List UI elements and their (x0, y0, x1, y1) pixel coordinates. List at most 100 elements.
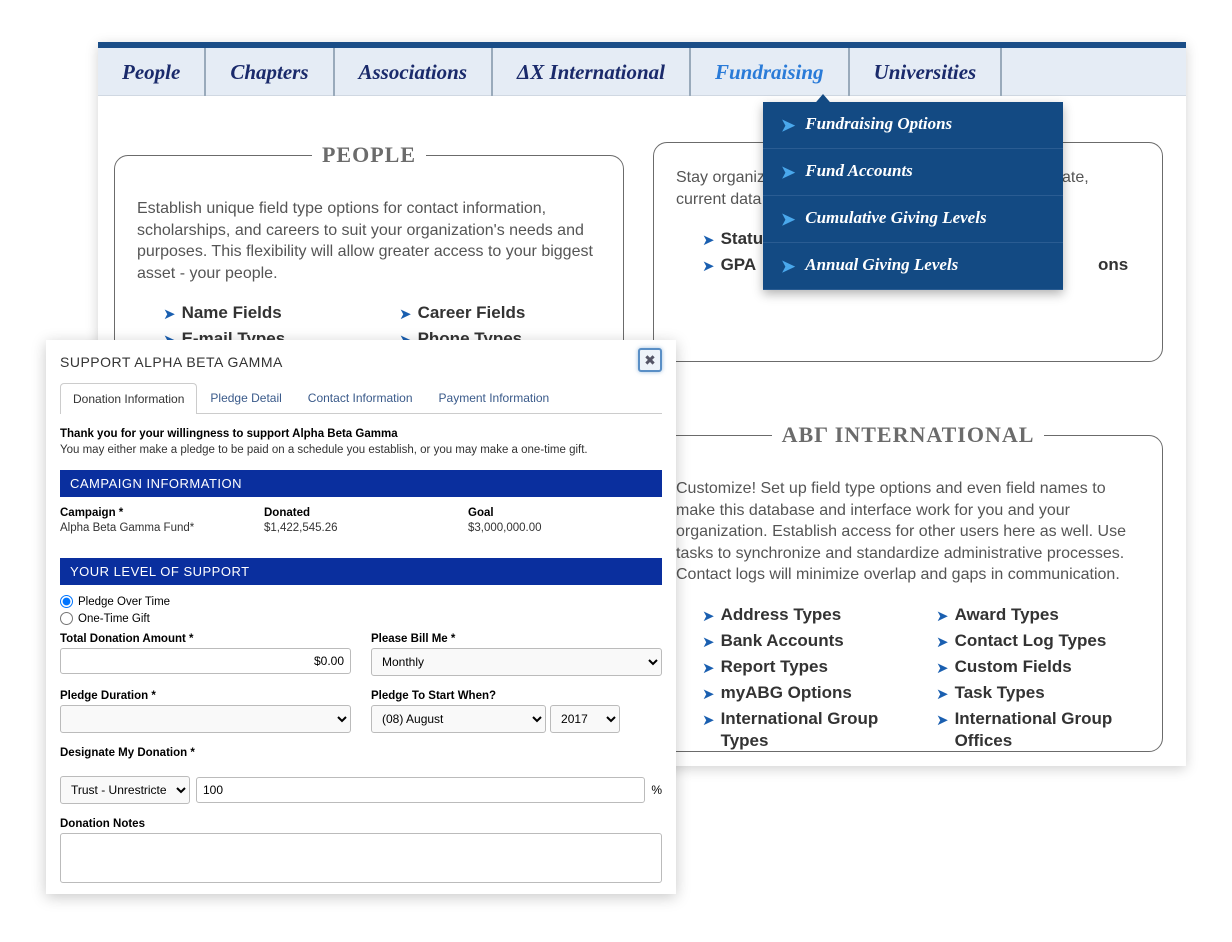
link-label: International Group Types (721, 708, 906, 752)
tab-pledge-detail[interactable]: Pledge Detail (197, 382, 294, 413)
link-task-types[interactable]: ➤ Task Types (936, 682, 1140, 704)
goal-value: $3,000,000.00 (468, 522, 542, 534)
arrow-icon: ➤ (936, 633, 949, 651)
arrow-icon: ➤ (781, 257, 795, 277)
link-career-fields[interactable]: ➤ Career Fields (399, 302, 601, 324)
arrow-icon: ➤ (936, 607, 949, 625)
arrow-icon: ➤ (781, 116, 795, 136)
arrow-icon: ➤ (702, 607, 715, 625)
link-label: International Group Offices (955, 708, 1140, 752)
dropdown-label: Fund Accounts (805, 161, 913, 181)
arrow-icon: ➤ (702, 257, 715, 275)
total-amount-label: Total Donation Amount * (60, 633, 351, 645)
tab-contact-info[interactable]: Contact Information (295, 382, 426, 413)
arrow-icon: ➤ (702, 685, 715, 703)
nav-chapters[interactable]: Chapters (206, 48, 334, 96)
fundraising-dropdown: ➤ Fundraising Options ➤ Fund Accounts ➤ Cum… (763, 102, 1063, 290)
link-label: Report Types (721, 656, 828, 678)
panel-abg-text: Customize! Set up field type options and… (676, 478, 1140, 586)
dropdown-annual-giving[interactable]: ➤ Annual Giving Levels (763, 243, 1063, 290)
link-bank-accounts[interactable]: ➤ Bank Accounts (702, 630, 906, 652)
dropdown-label: Fundraising Options (805, 114, 952, 134)
panel-abg-international: ABΓ INTERNATIONAL Customize! Set up fiel… (653, 422, 1163, 752)
link-label: Task Types (955, 682, 1045, 704)
arrow-icon: ➤ (781, 163, 795, 183)
designate-percent-input[interactable] (196, 777, 645, 803)
nav-universities[interactable]: Universities (850, 48, 1003, 96)
radio-one-time-label: One-Time Gift (78, 613, 150, 625)
nav-caret-icon (811, 94, 835, 108)
donated-value: $1,422,545.26 (264, 522, 338, 534)
pledge-duration-label: Pledge Duration * (60, 690, 351, 702)
nav-dx-international[interactable]: ΔX International (493, 48, 691, 96)
link-address-types[interactable]: ➤ Address Types (702, 604, 906, 626)
link-name-fields[interactable]: ➤Name Fields (163, 302, 369, 324)
arrow-icon: ➤ (936, 711, 949, 729)
panel-people-text: Establish unique field type options for … (137, 198, 601, 284)
pledge-start-year-select[interactable]: 2017 (550, 705, 620, 733)
link-report-types[interactable]: ➤ Report Types (702, 656, 906, 678)
modal-tabs: Donation Information Pledge Detail Conta… (60, 382, 662, 414)
donation-notes-textarea[interactable] (60, 833, 662, 883)
arrow-icon: ➤ (936, 685, 949, 703)
link-custom-fields[interactable]: ➤Custom Fields (936, 656, 1140, 678)
radio-pledge-over-time[interactable] (60, 595, 73, 608)
percent-sign: % (651, 783, 662, 797)
pledge-start-month-select[interactable]: (08) August (371, 705, 546, 733)
designate-select[interactable]: Trust - Unrestricted (60, 776, 190, 804)
bill-me-select[interactable]: Monthly (371, 648, 662, 676)
thank-subtitle: You may either make a pledge to be paid … (60, 444, 662, 456)
donated-label: Donated (264, 507, 458, 519)
link-award-types[interactable]: ➤ Award Types (936, 604, 1140, 626)
link-label: Career Fields (418, 302, 526, 324)
dropdown-cumulative-giving[interactable]: ➤ Cumulative Giving Levels (763, 196, 1063, 243)
arrow-icon: ➤ (163, 305, 176, 323)
modal-close-button[interactable]: ✖ (638, 348, 662, 372)
link-intl-group-types[interactable]: ➤ International Group Types (702, 708, 906, 752)
arrow-icon: ➤ (781, 210, 795, 230)
nav-people[interactable]: People (98, 48, 206, 96)
bill-me-label: Please Bill Me * (371, 633, 662, 645)
donation-notes-label: Donation Notes (60, 818, 662, 830)
campaign-label: Campaign * (60, 507, 254, 519)
dropdown-fundraising-options[interactable]: ➤ Fundraising Options (763, 102, 1063, 149)
arrow-icon: ➤ (936, 659, 949, 677)
link-label: Bank Accounts (721, 630, 844, 652)
campaign-value: Alpha Beta Gamma Fund* (60, 522, 194, 534)
link-myabg-options[interactable]: ➤ myABG Options (702, 682, 906, 704)
thank-bold: Thank you for your willingness to suppor… (60, 428, 398, 440)
arrow-icon: ➤ (702, 231, 715, 249)
modal-title: SUPPORT ALPHA BETA GAMMA (60, 354, 662, 370)
link-intl-group-offices[interactable]: ➤ International Group Offices (936, 708, 1140, 752)
link-label: GPA (721, 254, 757, 276)
tab-donation-info[interactable]: Donation Information (60, 383, 197, 414)
thank-you-line: Thank you for your willingness to suppor… (60, 428, 662, 440)
link-label: myABG Options (721, 682, 852, 704)
nav-fundraising[interactable]: Fundraising (691, 48, 850, 96)
section-campaign-info: CAMPAIGN INFORMATION (60, 470, 662, 497)
link-contact-log-types[interactable]: ➤ Contact Log Types (936, 630, 1140, 652)
dropdown-label: Cumulative Giving Levels (805, 208, 986, 228)
radio-pledge-label: Pledge Over Time (78, 596, 170, 608)
link-label: ons (1098, 254, 1128, 276)
radio-one-time-gift[interactable] (60, 612, 73, 625)
panel-people-title: PEOPLE (312, 142, 426, 168)
link-label: Address Types (721, 604, 842, 626)
total-amount-input[interactable] (60, 648, 351, 674)
dropdown-label: Annual Giving Levels (805, 255, 958, 275)
arrow-icon: ➤ (399, 305, 412, 323)
link-ons[interactable]: ons (1098, 254, 1140, 276)
section-level-support: YOUR LEVEL OF SUPPORT (60, 558, 662, 585)
arrow-icon: ➤ (702, 711, 715, 729)
arrow-icon: ➤ (702, 659, 715, 677)
radio-one-time-row: One-Time Gift (60, 612, 662, 625)
link-label: Contact Log Types (955, 630, 1107, 652)
goal-label: Goal (468, 507, 662, 519)
radio-pledge-over-time-row: Pledge Over Time (60, 595, 662, 608)
link-label: Award Types (955, 604, 1059, 626)
pledge-duration-select[interactable] (60, 705, 351, 733)
nav-associations[interactable]: Associations (335, 48, 494, 96)
arrow-icon: ➤ (702, 633, 715, 651)
tab-payment-info[interactable]: Payment Information (426, 382, 563, 413)
dropdown-fund-accounts[interactable]: ➤ Fund Accounts (763, 149, 1063, 196)
